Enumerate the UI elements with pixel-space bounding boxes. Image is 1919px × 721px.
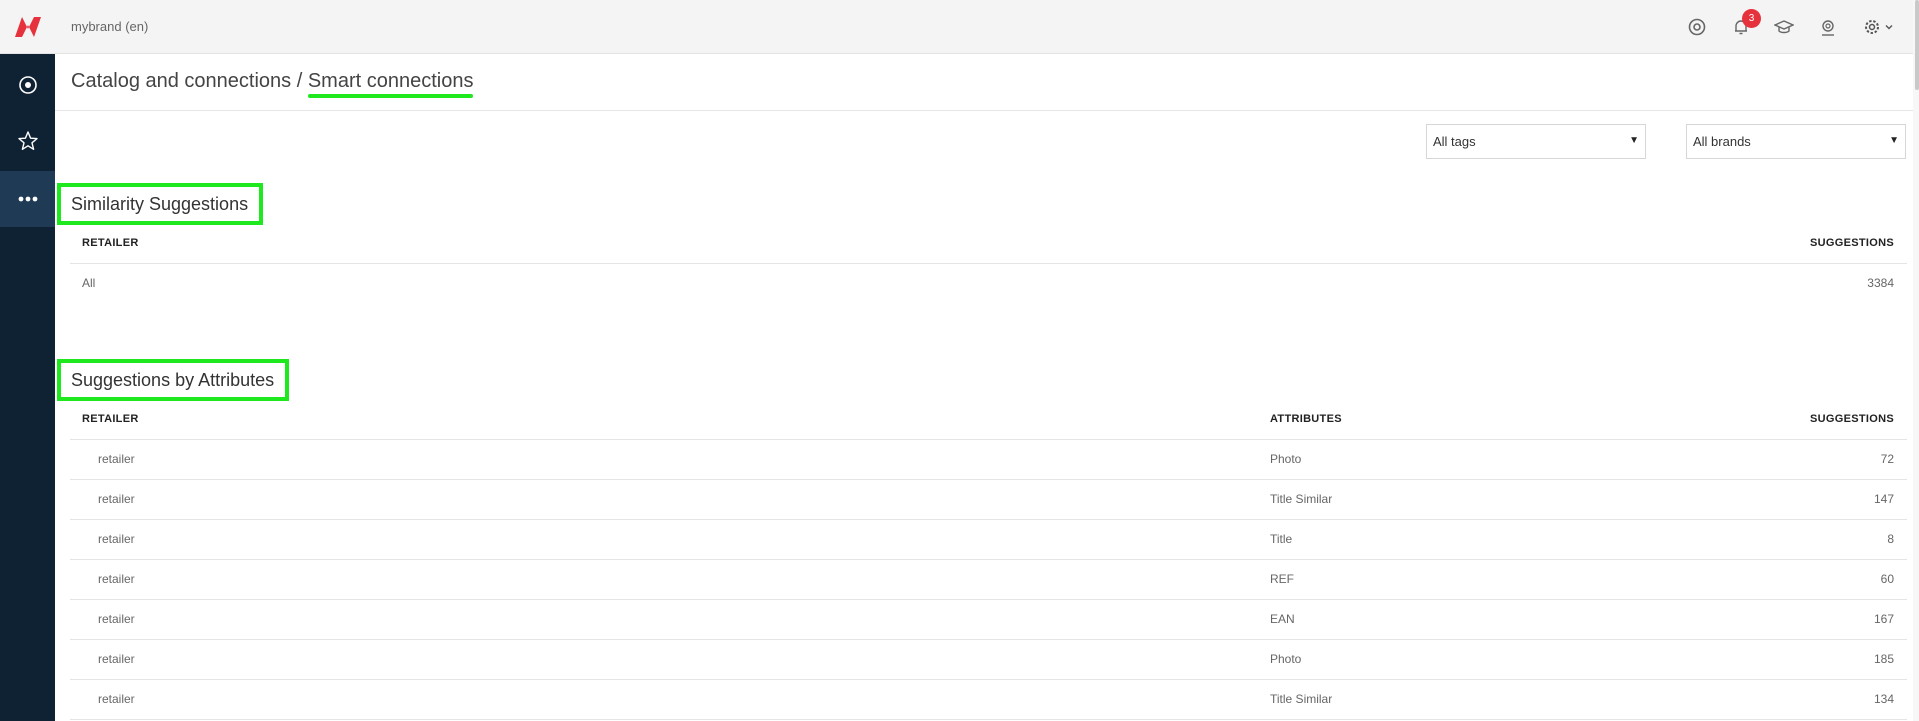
row-retailer[interactable]: retailer [98,532,135,546]
column-header-retailer: RETAILER [82,237,139,249]
row-suggestions: 134 [1873,692,1894,706]
graduation-cap-icon[interactable] [1773,16,1795,38]
row-retailer[interactable]: retailer [98,492,135,506]
column-header-retailer: RETAILER [82,413,139,425]
column-header-suggestions: SUGGESTIONS [1810,413,1894,425]
row-attribute: Photo [1270,652,1302,666]
column-header-attributes: ATTRIBUTES [1270,413,1342,425]
breadcrumb-current: Smart connections [307,70,474,98]
star-icon [17,131,38,150]
divider [70,519,1907,520]
divider [70,559,1907,560]
scrollbar-thumb[interactable] [1915,0,1919,90]
sidebar-item-favorites[interactable] [0,113,55,169]
row-suggestions: 167 [1873,612,1894,626]
similarity-row-retailer[interactable]: All [82,276,95,290]
similarity-row-suggestions: 3384 [1867,276,1894,290]
sidebar-item-more[interactable] [0,171,55,227]
row-retailer[interactable]: retailer [98,652,135,666]
divider [70,679,1907,680]
target-icon [18,76,37,94]
breadcrumb: Catalog and connections / Smart connecti… [71,70,474,98]
divider [70,599,1907,600]
more-dots-icon [18,196,37,202]
scrollbar[interactable] [1913,0,1919,721]
brands-filter-value: All brands [1693,134,1751,149]
sidebar-item-dashboard[interactable] [0,57,55,113]
row-suggestions: 72 [1880,452,1894,466]
dropdown-caret-icon: ▼ [1889,135,1899,146]
brands-filter-select[interactable]: All brands ▼ [1686,124,1906,159]
divider [55,110,1913,111]
row-retailer[interactable]: retailer [98,612,135,626]
divider [70,263,1907,264]
divider [70,639,1907,640]
attributes-suggestions-title: Suggestions by Attributes [57,359,290,401]
row-attribute: Title [1270,532,1293,546]
breadcrumb-separator: / [296,70,303,92]
dropdown-caret-icon: ▼ [1629,135,1639,146]
row-suggestions: 185 [1873,652,1894,666]
support-agent-icon[interactable] [1817,16,1839,38]
row-retailer[interactable]: retailer [98,572,135,586]
row-suggestions: 60 [1880,572,1894,586]
tags-filter-value: All tags [1433,134,1476,149]
row-retailer[interactable]: retailer [98,692,135,706]
brand-selector[interactable]: mybrand (en) [71,19,148,34]
chevron-down-icon[interactable] [1883,16,1895,38]
divider [70,439,1907,440]
row-suggestions: 147 [1873,492,1894,506]
chrome-icon[interactable] [1686,16,1708,38]
tags-filter-select[interactable]: All tags ▼ [1426,124,1646,159]
divider [70,479,1907,480]
notification-badge: 3 [1742,9,1761,28]
row-suggestions: 8 [1887,532,1894,546]
row-attribute: Title Similar [1270,692,1333,706]
top-bar: mybrand (en) 3 [0,0,1919,54]
sidebar [0,54,55,721]
row-attribute: Photo [1270,452,1302,466]
highlight-underline [307,94,474,98]
logo-icon[interactable] [13,15,43,39]
row-attribute: REF [1270,572,1294,586]
row-retailer[interactable]: retailer [98,452,135,466]
column-header-suggestions: SUGGESTIONS [1810,237,1894,249]
similarity-suggestions-title: Similarity Suggestions [57,183,264,225]
gear-icon[interactable] [1861,16,1883,38]
row-attribute: EAN [1270,612,1295,626]
divider [70,719,1907,720]
row-attribute: Title Similar [1270,492,1333,506]
breadcrumb-parent[interactable]: Catalog and connections [71,70,291,92]
